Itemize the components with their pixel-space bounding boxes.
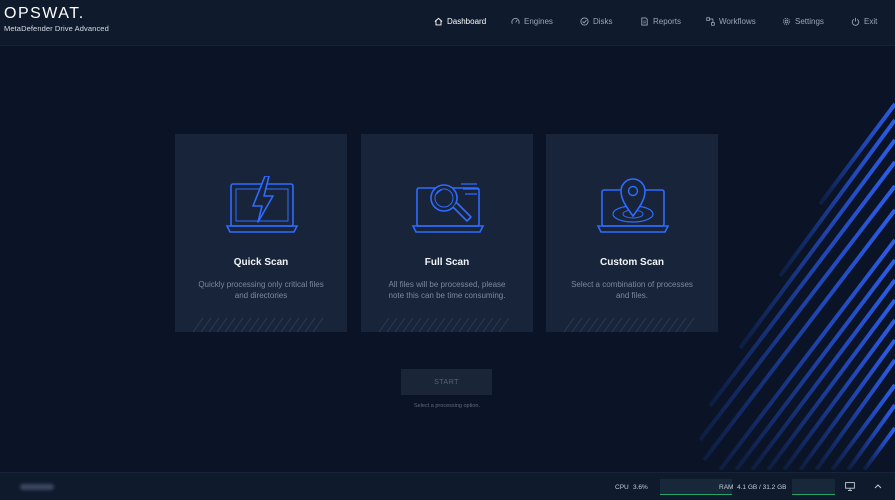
laptop-lightning-icon (225, 176, 299, 233)
card-description: Quickly processing only critical files a… (185, 280, 337, 301)
card-hatch-decoration (379, 318, 510, 332)
ram-label: RAM (719, 484, 734, 491)
nav-engines[interactable]: Engines (511, 13, 553, 29)
status-bar: CPU 3.6% RAM 4.1 GB / 31.2 GB (0, 472, 895, 500)
nav-settings[interactable]: Settings (782, 13, 824, 29)
card-desc-line: and files. (615, 290, 649, 300)
nav-dashboard[interactable]: Dashboard (434, 13, 486, 29)
nav-label: Settings (795, 16, 824, 26)
laptop-magnifier-icon (411, 183, 485, 233)
card-description: Select a combination of processes and fi… (556, 280, 708, 301)
workflow-icon (706, 16, 715, 26)
chevron-up-icon[interactable] (873, 482, 883, 491)
laptop-pin-icon (596, 178, 670, 233)
nav-label: Exit (864, 16, 878, 26)
nav-disks[interactable]: Disks (580, 13, 613, 29)
card-title: Custom Scan (600, 257, 664, 268)
top-bar: OPSWAT. MetaDefender Drive Advanced Dash… (0, 0, 895, 46)
nav-label: Disks (593, 16, 613, 26)
nav-label: Dashboard (447, 16, 487, 26)
quick-scan-card[interactable]: Quick Scan Quickly processing only criti… (175, 134, 347, 332)
gauge-icon (511, 17, 520, 24)
card-desc-line: Select a combination of processes (571, 280, 693, 289)
product-name: MetaDefender Drive Advanced (4, 24, 109, 33)
home-icon (434, 17, 443, 25)
brand-logo: OPSWAT. MetaDefender Drive Advanced (4, 5, 109, 33)
ram-graph (792, 479, 835, 495)
card-title: Full Scan (424, 257, 470, 268)
card-desc-line: Quickly processing only critical files (198, 280, 324, 289)
gear-icon (782, 17, 791, 25)
cpu-label: CPU (615, 484, 629, 491)
nav-exit[interactable]: Exit (851, 13, 877, 29)
card-hatch-decoration (564, 318, 695, 332)
check-shield-icon (580, 16, 589, 26)
ram-value: 4.1 GB / 31.2 GB (737, 484, 787, 491)
start-button[interactable]: START (401, 369, 492, 395)
start-hint: Select a processing option. (413, 403, 481, 409)
power-icon (851, 17, 860, 26)
monitor-icon[interactable] (845, 482, 855, 491)
document-icon (641, 16, 648, 26)
nav-label: Workflows (719, 16, 756, 26)
card-description: All files will be processed, please note… (371, 280, 523, 301)
cpu-value: 3.6% (633, 484, 648, 491)
card-desc-line: All files will be processed, please (388, 280, 506, 289)
logo-wordmark: OPSWAT. (4, 5, 85, 22)
card-title: Quick Scan (233, 257, 289, 268)
card-desc-line: and directories (234, 290, 288, 300)
full-scan-card[interactable]: Full Scan All files will be processed, p… (361, 134, 533, 332)
nav-reports[interactable]: Reports (640, 13, 681, 29)
nav-label: Reports (653, 16, 682, 26)
nav-workflows[interactable]: Workflows (706, 13, 756, 29)
custom-scan-card[interactable]: Custom Scan Select a combination of proc… (546, 134, 718, 332)
device-name-blurred (20, 484, 54, 490)
nav-label: Engines (524, 16, 553, 26)
card-desc-line: note this can be time consuming. (388, 290, 506, 300)
card-hatch-decoration (193, 318, 324, 332)
